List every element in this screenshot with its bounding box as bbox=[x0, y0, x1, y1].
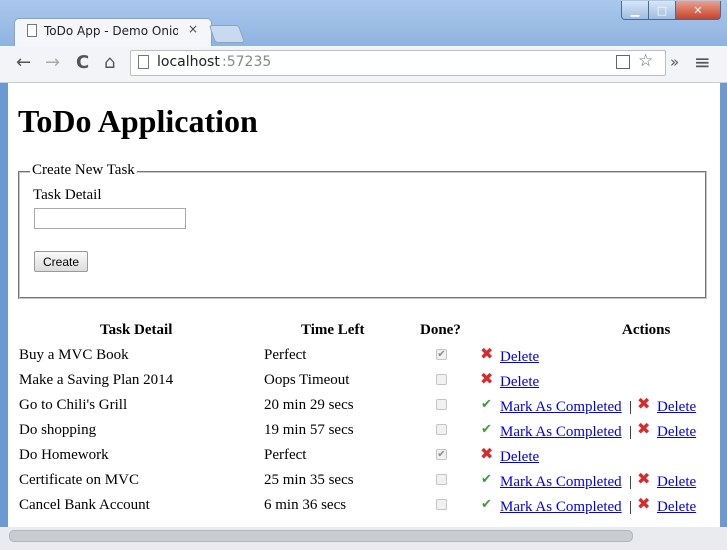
page-title: ToDo Application bbox=[18, 103, 258, 139]
maximize-button[interactable]: □ bbox=[648, 1, 676, 20]
home-icon[interactable]: ⌂ bbox=[104, 52, 115, 73]
task-detail-cell: Do shopping bbox=[19, 422, 97, 438]
delete-link[interactable]: Delete bbox=[657, 474, 696, 491]
page-viewport bbox=[8, 83, 720, 527]
action-separator: | bbox=[629, 399, 633, 415]
delete-icon: ✖ bbox=[480, 344, 494, 363]
star-icon[interactable]: ☆ bbox=[638, 51, 653, 71]
done-checkbox bbox=[436, 399, 447, 410]
mark-completed-link[interactable]: Mark As Completed bbox=[500, 399, 622, 416]
delete-link[interactable]: Delete bbox=[500, 449, 539, 466]
done-checkbox bbox=[436, 499, 447, 510]
column-header-task-detail: Task Detail bbox=[100, 322, 173, 338]
task-detail-input[interactable] bbox=[34, 208, 186, 229]
close-window-button[interactable]: ✕ bbox=[675, 1, 721, 20]
delete-link[interactable]: Delete bbox=[500, 349, 539, 366]
url-host: localhost bbox=[157, 54, 220, 70]
delete-link[interactable]: Delete bbox=[657, 499, 696, 516]
tab-close-icon[interactable]: × bbox=[188, 22, 198, 36]
column-header-time-left: Time Left bbox=[301, 322, 365, 338]
time-left-cell: 19 min 57 secs bbox=[264, 422, 354, 438]
time-left-cell: Perfect bbox=[264, 447, 307, 463]
reload-icon[interactable]: C bbox=[76, 52, 89, 73]
delete-link[interactable]: Delete bbox=[657, 399, 696, 416]
mark-completed-link[interactable]: Mark As Completed bbox=[500, 424, 622, 441]
column-header-actions: Actions bbox=[622, 322, 671, 338]
document-icon bbox=[27, 24, 37, 37]
create-task-legend: Create New Task bbox=[30, 162, 137, 179]
extensions-overflow-icon[interactable]: » bbox=[670, 53, 679, 71]
create-task-fieldset bbox=[18, 171, 707, 299]
action-separator: | bbox=[629, 499, 633, 515]
delete-icon: ✖ bbox=[637, 494, 651, 513]
back-arrow-icon[interactable]: ← bbox=[16, 52, 31, 73]
time-left-cell: 6 min 36 secs bbox=[264, 497, 347, 513]
delete-icon: ✖ bbox=[637, 394, 651, 413]
check-icon: ✔ bbox=[481, 497, 492, 512]
forward-arrow-icon[interactable]: → bbox=[45, 52, 60, 73]
task-detail-cell: Buy a MVC Book bbox=[19, 347, 129, 363]
task-detail-cell: Go to Chili's Grill bbox=[19, 397, 128, 413]
delete-link[interactable]: Delete bbox=[500, 374, 539, 391]
reader-mode-icon[interactable] bbox=[616, 55, 630, 69]
delete-link[interactable]: Delete bbox=[657, 424, 696, 441]
check-icon: ✔ bbox=[481, 397, 492, 412]
url-port: :57235 bbox=[222, 54, 272, 70]
task-detail-cell: Certificate on MVC bbox=[19, 472, 139, 488]
task-detail-cell: Cancel Bank Account bbox=[19, 497, 150, 513]
check-icon: ✔ bbox=[481, 422, 492, 437]
column-header-done: Done? bbox=[420, 322, 461, 338]
done-checkbox bbox=[436, 424, 447, 435]
action-separator: | bbox=[629, 474, 633, 490]
action-separator: | bbox=[629, 424, 633, 440]
time-left-cell: Perfect bbox=[264, 347, 307, 363]
done-checkbox bbox=[436, 474, 447, 485]
time-left-cell: 25 min 35 secs bbox=[264, 472, 354, 488]
page-icon bbox=[138, 55, 149, 69]
task-detail-label: Task Detail bbox=[33, 187, 102, 203]
scrollbar-thumb[interactable] bbox=[9, 530, 633, 542]
task-detail-cell: Do Homework bbox=[19, 447, 109, 463]
tab-title: ToDo App - Demo Onion bbox=[44, 24, 178, 38]
menu-icon[interactable]: ≡ bbox=[694, 50, 711, 74]
done-checkbox: ✔ bbox=[436, 449, 447, 460]
mark-completed-link[interactable]: Mark As Completed bbox=[500, 474, 622, 491]
new-tab-button[interactable] bbox=[208, 25, 246, 43]
delete-icon: ✖ bbox=[480, 444, 494, 463]
time-left-cell: 20 min 29 secs bbox=[264, 397, 354, 413]
mark-completed-link[interactable]: Mark As Completed bbox=[500, 499, 622, 516]
check-icon: ✔ bbox=[481, 472, 492, 487]
task-detail-cell: Make a Saving Plan 2014 bbox=[19, 372, 174, 388]
done-checkbox: ✔ bbox=[436, 349, 447, 360]
delete-icon: ✖ bbox=[480, 369, 494, 388]
delete-icon: ✖ bbox=[637, 469, 651, 488]
minimize-button[interactable]: ▁ bbox=[621, 1, 649, 20]
delete-icon: ✖ bbox=[637, 419, 651, 438]
create-button[interactable]: Create bbox=[34, 251, 88, 272]
done-checkbox bbox=[436, 374, 447, 385]
time-left-cell: Oops Timeout bbox=[264, 372, 350, 388]
